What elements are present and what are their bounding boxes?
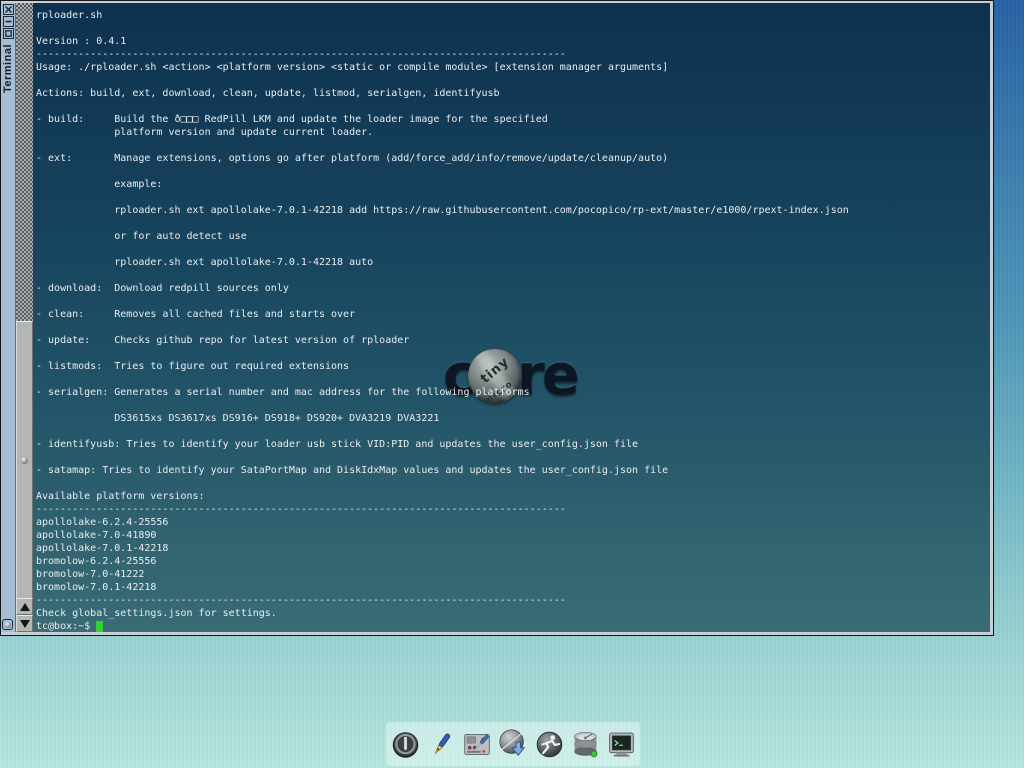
dock-app-browser-button[interactable]	[497, 725, 530, 763]
terminal-cursor	[96, 621, 103, 633]
terminal-icon	[606, 729, 637, 760]
mount-tool-icon	[569, 728, 602, 760]
scrollbar-grip-icon	[21, 457, 28, 464]
terminal-prompt-line: tc@box:~$	[33, 620, 990, 632]
dock-editor-button[interactable]	[425, 725, 458, 763]
dock-control-panel-button[interactable]	[461, 725, 494, 763]
terminal-scrollbar[interactable]	[16, 3, 33, 632]
close-icon	[5, 6, 12, 13]
close-button[interactable]	[3, 4, 14, 15]
maximize-button[interactable]	[3, 28, 14, 39]
window-title: Terminal	[2, 44, 14, 93]
scrollbar-thumb[interactable]	[16, 321, 33, 599]
terminal-window: Terminal c tiny micro re rploader.sh Ver…	[0, 0, 994, 636]
desktop: Terminal c tiny micro re rploader.sh Ver…	[0, 0, 1024, 768]
scroll-down-button[interactable]	[16, 615, 33, 632]
scroll-up-button[interactable]	[16, 598, 33, 615]
app-browser-icon	[497, 728, 529, 760]
dock-terminal-button[interactable]	[605, 725, 638, 763]
arrow-up-icon	[20, 603, 30, 611]
shade-button[interactable]	[2, 619, 13, 630]
terminal-output: rploader.sh Version : 0.4.1 ------------…	[33, 3, 990, 620]
maximize-icon	[5, 30, 12, 37]
iconify-button[interactable]	[3, 16, 14, 27]
power-icon	[390, 729, 421, 760]
run-icon	[534, 729, 565, 760]
shell-prompt: tc@box:~$	[36, 620, 90, 632]
control-panel-icon	[461, 729, 493, 760]
dock-exit-button[interactable]	[389, 725, 422, 763]
dock-mount-tool-button[interactable]	[569, 725, 602, 763]
scrollbar-arrows	[16, 598, 33, 632]
window-titlebar[interactable]: Terminal	[1, 3, 16, 632]
terminal-screen[interactable]: c tiny micro re rploader.sh Version : 0.…	[33, 3, 990, 632]
minimize-icon	[5, 18, 12, 25]
shade-dimple-icon	[5, 622, 11, 628]
wbar-dock	[386, 722, 640, 766]
arrow-down-icon	[20, 620, 30, 628]
paint-pen-icon	[427, 729, 456, 760]
dock-run-button[interactable]	[533, 725, 566, 763]
